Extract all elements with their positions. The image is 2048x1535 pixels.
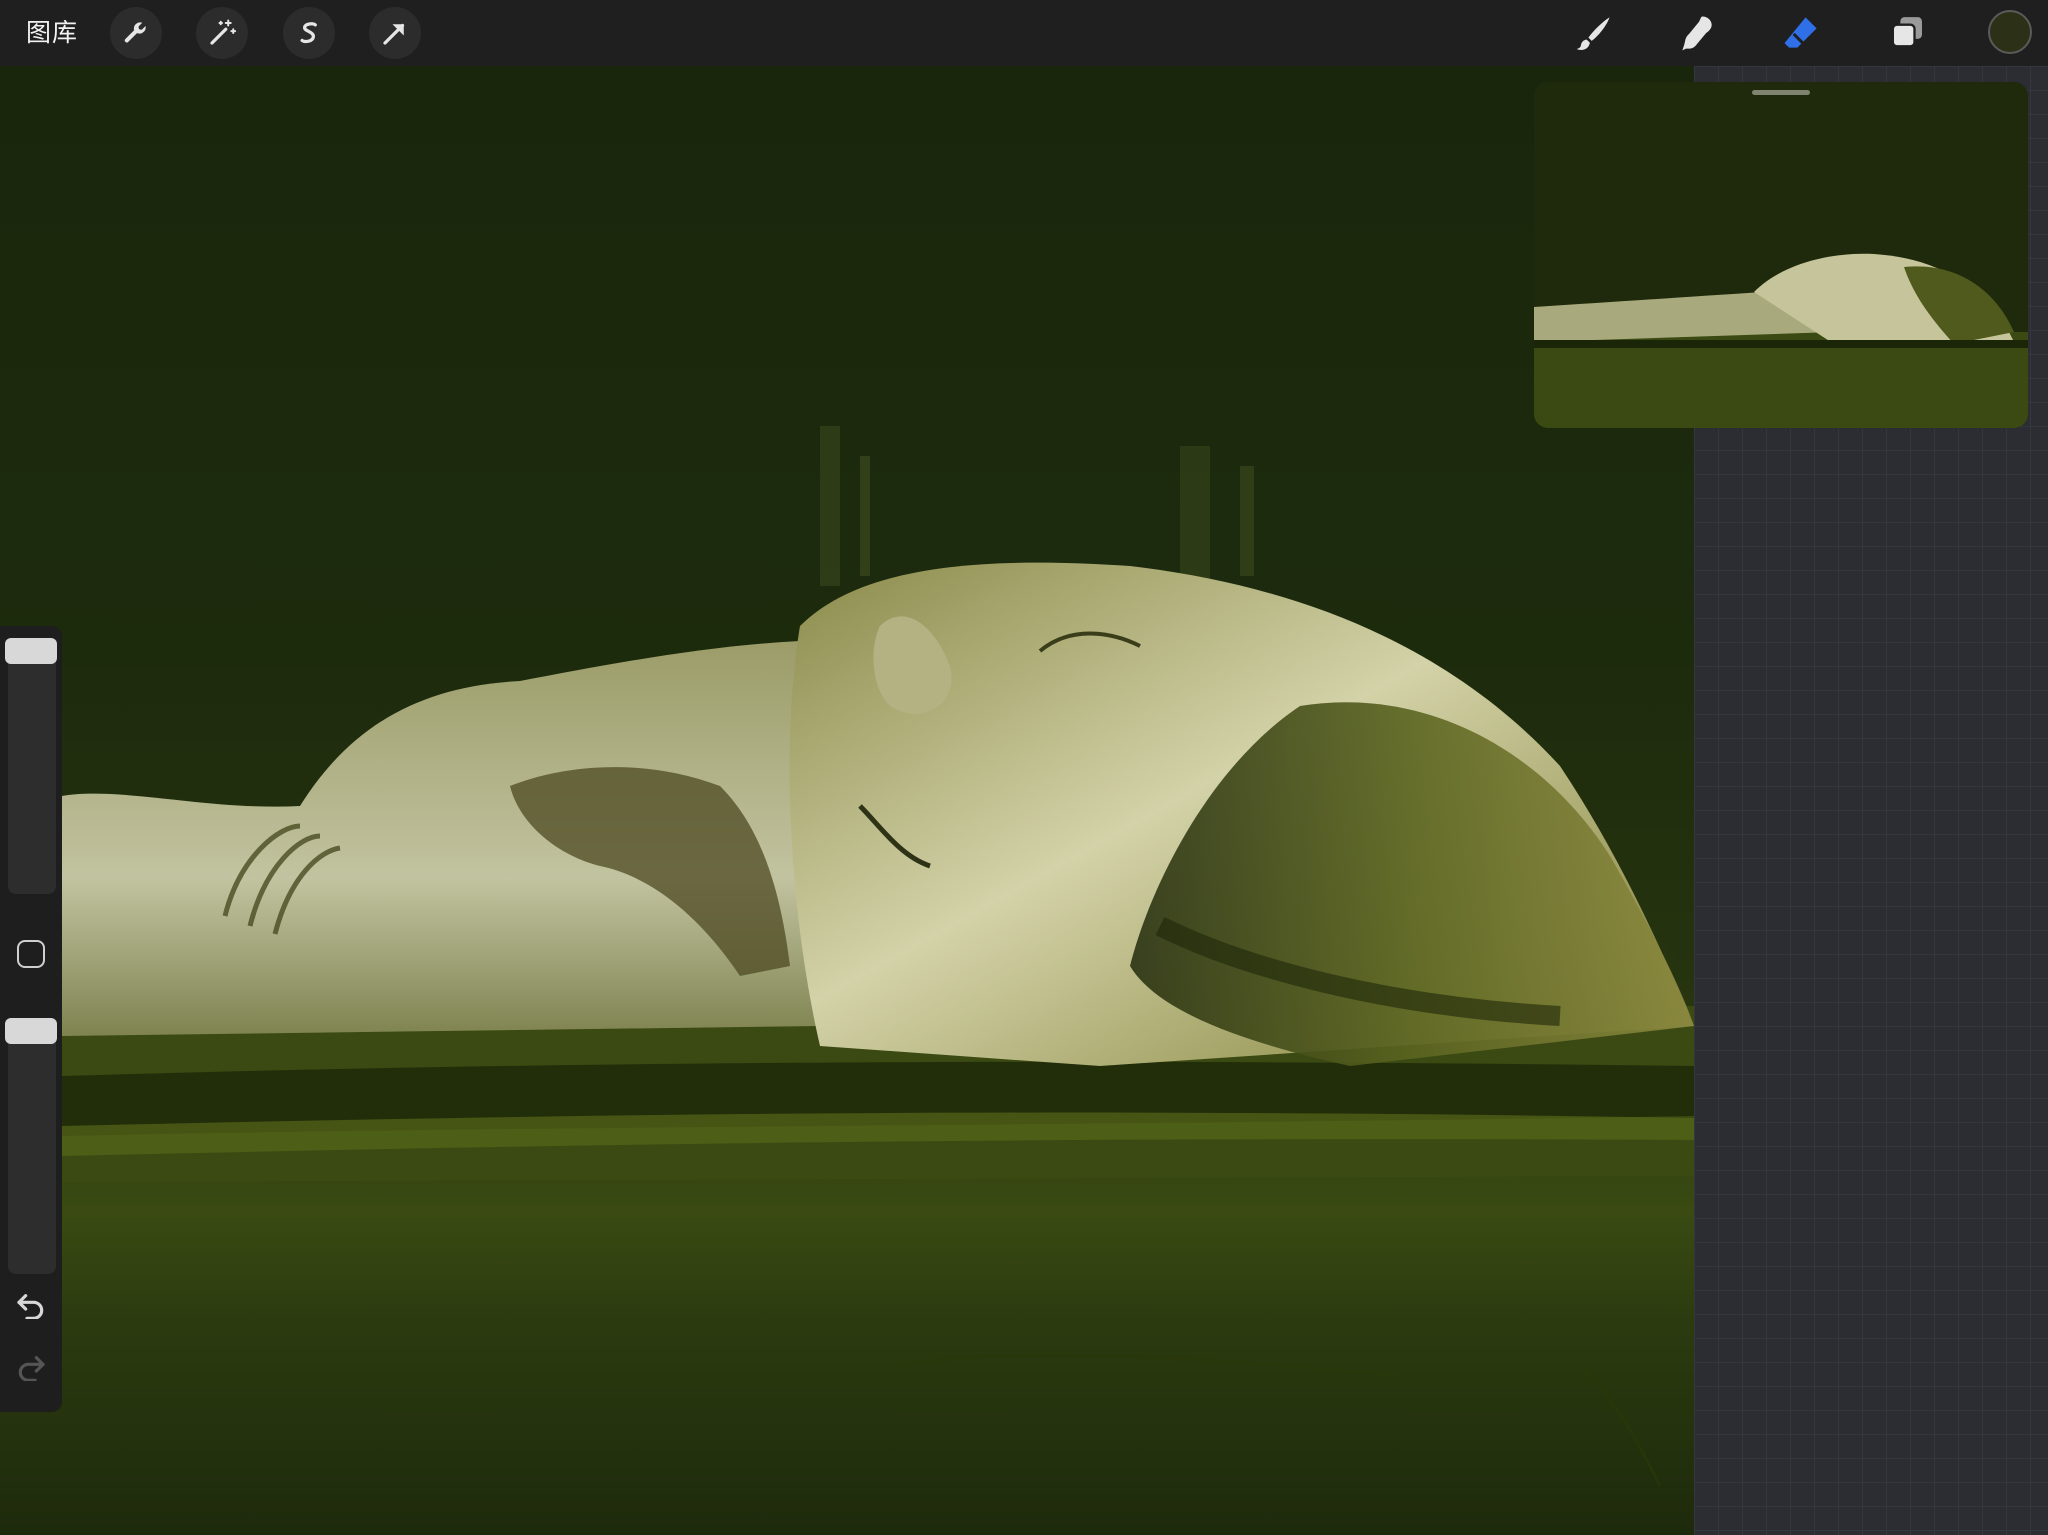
- eraser-icon: [1784, 17, 1817, 48]
- brush-icon: [1576, 17, 1610, 50]
- sidebar: [0, 626, 62, 1412]
- brush-size-thumb[interactable]: [5, 638, 57, 664]
- wrench-icon: [124, 22, 146, 43]
- undo-button[interactable]: [14, 1290, 48, 1320]
- color-swatch[interactable]: [1988, 10, 2032, 54]
- reference-drag-handle[interactable]: [1752, 90, 1810, 95]
- redo-icon: [18, 1356, 45, 1381]
- actions-button[interactable]: [110, 7, 162, 59]
- selection-icon: [300, 22, 317, 44]
- brush-size-slider[interactable]: [5, 638, 57, 894]
- smudge-button[interactable]: [1672, 8, 1722, 58]
- magic-wand-icon: [210, 19, 237, 45]
- modify-button[interactable]: [17, 940, 45, 968]
- adjustments-button[interactable]: [196, 7, 248, 59]
- opacity-slider[interactable]: [5, 1018, 57, 1274]
- erase-button[interactable]: [1776, 8, 1826, 58]
- opacity-thumb[interactable]: [5, 1018, 57, 1044]
- layers-icon: [1891, 17, 1922, 48]
- top-toolbar: 图库: [0, 0, 2048, 66]
- undo-icon: [17, 1294, 44, 1319]
- reference-window[interactable]: [1534, 82, 2028, 428]
- reference-image: [1534, 82, 2028, 428]
- layers-button[interactable]: [1882, 8, 1932, 58]
- paint-button[interactable]: [1568, 8, 1618, 58]
- gallery-button[interactable]: 图库: [26, 14, 78, 52]
- transform-button[interactable]: [369, 7, 421, 59]
- selection-button[interactable]: [283, 7, 335, 59]
- transform-arrow-icon: [383, 23, 405, 45]
- smudge-icon: [1682, 16, 1712, 51]
- redo-button[interactable]: [14, 1352, 48, 1382]
- painting-artwork: [62, 426, 1694, 1487]
